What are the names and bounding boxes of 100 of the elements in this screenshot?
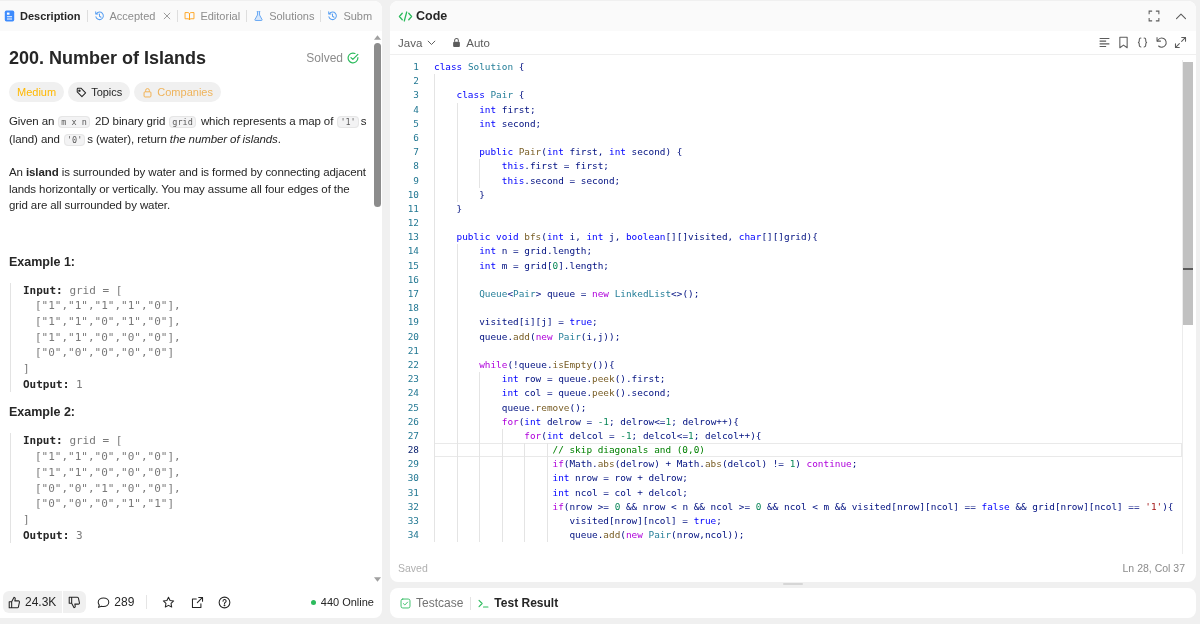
line-number: 15 [406, 258, 419, 273]
scroll-down-arrow-icon[interactable] [374, 577, 381, 582]
code-line: while(!queue.isEmpty()){ [479, 358, 615, 370]
problem-description: Given an m x n 2D binary grid grid which represents a map of '1' s (land) and '0' s (water), return the number of islands. [9, 114, 368, 148]
code-line: if(Math.abs(delrow) + Math.abs(delcol) != 1) continue; [552, 458, 858, 470]
line-number: 5 [412, 116, 419, 131]
panel-title: Code [416, 9, 448, 23]
code-line: int first; [479, 103, 536, 115]
code-line: // skip diagonals and (0,0) [552, 444, 705, 456]
grid-row-text: ["0","0","0","1","1"] [34, 496, 176, 512]
scrollbar-thumb[interactable] [1183, 62, 1193, 325]
lock-icon [142, 86, 154, 98]
code-line: queue.add(new Pair(i,j)); [479, 330, 621, 342]
online-count: 440 Online [320, 596, 374, 608]
fullscreen-icon[interactable] [1148, 10, 1160, 22]
line-number: 19 [406, 315, 419, 330]
code-line: for(int delrow = -1; delrow<=1; delrow++){ [501, 415, 739, 427]
line-number: 16 [406, 272, 419, 287]
line-number: 11 [406, 201, 419, 216]
star-icon[interactable] [162, 595, 176, 609]
cursor-position: Ln 28, Col 37 [1122, 562, 1185, 574]
topics-tag[interactable]: Topics [68, 82, 131, 102]
example-heading: Example 2: [9, 404, 76, 422]
example-output-line: Output: 1 [23, 376, 84, 393]
auto-mode-button[interactable]: Auto [452, 36, 490, 49]
check-circle-icon [347, 52, 359, 64]
line-number: 30 [406, 471, 419, 486]
line-number: 18 [406, 301, 419, 316]
code-line: visited[nrow][ncol] = true; [569, 515, 722, 526]
external-link-icon[interactable] [191, 595, 205, 609]
line-number: 2 [412, 74, 419, 89]
code-line: } [456, 202, 463, 214]
dislike-button[interactable] [63, 591, 87, 613]
line-number: 4 [412, 102, 419, 117]
code-line: int nrow = row + delrow; [552, 472, 688, 484]
line-number: 34 [406, 528, 419, 543]
code-line: } [479, 188, 485, 200]
comments-button[interactable]: 289 [97, 595, 135, 609]
braces-icon[interactable] [1136, 36, 1149, 49]
line-number: 3 [412, 88, 419, 103]
code-line: int n = grid.length; [479, 245, 593, 257]
line-number: 26 [406, 414, 419, 429]
example-input-line: Input: grid = [ [23, 282, 124, 299]
grid-row-text: ["1","1","0","0","0"], [34, 464, 182, 481]
bookmark-icon[interactable] [1117, 36, 1130, 49]
cursor-position-marker [1183, 268, 1193, 270]
scrollbar-thumb[interactable] [374, 43, 381, 207]
code-line: this.second = second; [501, 174, 621, 186]
close-icon[interactable] [163, 12, 172, 20]
like-button[interactable]: 24.3K [3, 591, 63, 613]
language-selector[interactable]: Java [398, 36, 437, 49]
grid-row-text: ["1","1","0","0","0"], [34, 449, 182, 465]
tab[interactable]: Description [3, 5, 82, 27]
grid-row-text: ["1","1","1","1","0"], [34, 298, 182, 314]
thumbs-down-icon [68, 595, 82, 609]
problem-title: 200. Number of Islands [9, 47, 207, 70]
example-input-line: Input: grid = [ [23, 433, 124, 450]
grid-row-text: ["1","1","0","0","0"], [34, 329, 182, 346]
code-line: public void bfs(int i, int j, boolean[][]visited, char[][]grid){ [456, 231, 818, 243]
closing-bracket: ] [23, 511, 31, 528]
save-status: Saved [398, 562, 428, 574]
line-number: 33 [406, 514, 419, 528]
example-output-line: Output: 3 [23, 527, 84, 544]
line-number: 12 [406, 216, 419, 231]
code-line: visited[i][j] = true; [479, 316, 598, 328]
line-number: 25 [406, 400, 419, 415]
code-line: for(int delcol = -1; delcol<=1; delcol++){ [524, 429, 762, 441]
help-icon[interactable] [218, 595, 232, 609]
code-line: class Solution { [434, 61, 525, 72]
align-left-icon[interactable] [1098, 36, 1111, 49]
code-line: Queue<Pair> queue = new LinkedList<>(); [479, 288, 700, 299]
history-icon [327, 10, 339, 22]
history-icon [93, 10, 105, 22]
flask-icon [253, 10, 265, 22]
line-number: 23 [406, 372, 419, 387]
console-tab[interactable]: Testcase [400, 596, 464, 610]
grid-row-text: ["0","0","0","0","0"] [34, 345, 176, 361]
line-number: 20 [406, 329, 419, 344]
code-line: public Pair(int first, int second) { [479, 146, 683, 158]
code-line: queue.add(new Pair(nrow,ncol)); [569, 529, 745, 541]
line-number: 13 [406, 230, 419, 245]
line-number: 29 [406, 457, 419, 472]
closing-bracket: ] [23, 361, 31, 377]
line-number: 24 [406, 386, 419, 401]
console-tab[interactable]: Test Result [478, 596, 559, 610]
terminal-icon [478, 597, 490, 609]
tag-icon [76, 86, 88, 98]
online-status-dot-icon [310, 599, 316, 605]
code-line: int row = queue.peek().first; [501, 373, 666, 385]
undo-icon[interactable] [1155, 36, 1168, 49]
line-number: 28 [406, 443, 419, 458]
difficulty-tag: Medium [9, 82, 65, 102]
expand-icon[interactable] [1174, 36, 1187, 49]
code-icon [398, 9, 413, 23]
checkbox-icon [400, 597, 411, 609]
code-line: this.first = first; [501, 160, 609, 172]
grid-row-text: ["1","1","0","1","0"], [34, 313, 182, 330]
solved-status: Solved [306, 51, 343, 65]
scroll-up-arrow-icon[interactable] [374, 35, 381, 40]
line-number: 10 [406, 187, 419, 202]
